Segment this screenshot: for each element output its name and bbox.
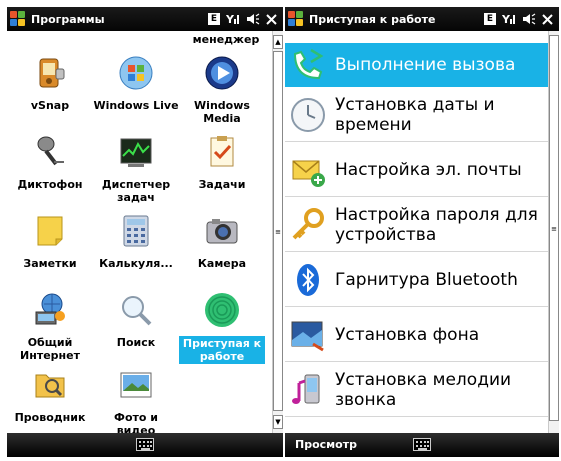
edge-network-icon[interactable]: E [208, 13, 220, 25]
close-icon[interactable] [542, 13, 553, 25]
windows-start-icon[interactable] [9, 10, 27, 28]
calculator-icon [123, 215, 149, 247]
getting-started-icon [205, 293, 239, 327]
app-explorer[interactable]: Проводник [7, 367, 93, 424]
volume-icon[interactable] [246, 13, 260, 25]
internet-sharing-icon [35, 293, 65, 325]
vertical-scrollbar[interactable]: ▲ ≡ ▼ [272, 31, 283, 433]
volume-icon[interactable] [522, 13, 536, 25]
app-notes[interactable]: Заметки [7, 213, 93, 270]
explorer-icon [35, 374, 65, 398]
programs-screen: Программы E Y менеджер vSnap Windows Liv… [7, 7, 283, 457]
list-item-set-datetime[interactable]: Установка даты и времени [285, 88, 548, 142]
list-item-set-background[interactable]: Установка фона [285, 308, 548, 362]
getting-started-screen: Приступая к работе E Y Выполнение вызова… [285, 7, 559, 457]
getting-started-list: Выполнение вызова Установка даты и време… [285, 31, 548, 433]
tasks-icon [210, 136, 234, 167]
signal-icon[interactable]: Y [226, 13, 240, 25]
list-item-bluetooth-headset[interactable]: Гарнитура Bluetooth [285, 253, 548, 307]
app-camera[interactable]: Камера [179, 213, 265, 270]
vsnap-icon [39, 58, 65, 88]
app-search[interactable]: Поиск [93, 292, 179, 349]
svg-text:Y: Y [226, 13, 235, 25]
windows-live-icon [119, 56, 153, 90]
scroll-down-arrow-icon[interactable]: ▼ [273, 415, 283, 429]
softkey-bar: Просмотр [285, 433, 559, 457]
list-item-make-call[interactable]: Выполнение вызова [285, 43, 548, 87]
app-dictophone[interactable]: Диктофон [7, 134, 93, 191]
app-getting-started[interactable]: Приступая к работе [179, 292, 265, 364]
list-item-set-ringtone[interactable]: Установка мелодии звонка [285, 363, 548, 417]
list-item-setup-email[interactable]: Настройка эл. почты [285, 143, 548, 197]
wallpaper-icon [291, 321, 324, 351]
photos-videos-icon [120, 372, 152, 398]
vertical-scrollbar[interactable]: ≡ [548, 31, 559, 433]
title-bar: Программы E Y [7, 7, 283, 31]
search-icon [122, 296, 152, 326]
title-bar: Приступая к работе E Y [285, 7, 559, 31]
app-photos-videos[interactable]: Фото и видео [93, 367, 179, 433]
app-vsnap[interactable]: vSnap [7, 55, 93, 112]
key-icon [292, 207, 324, 239]
edge-network-icon[interactable]: E [484, 13, 496, 25]
windows-media-icon [205, 56, 239, 90]
ringtone-icon [292, 374, 320, 404]
clock-icon [291, 97, 325, 132]
keyboard-icon[interactable] [413, 438, 431, 451]
partial-app-label: менеджер [192, 33, 260, 46]
view-softkey[interactable]: Просмотр [295, 438, 357, 451]
page-title: Приступая к работе [309, 12, 436, 26]
app-internet-sharing[interactable]: Общий Интернет [7, 292, 93, 362]
keyboard-icon[interactable] [136, 438, 154, 451]
phone-call-icon [293, 48, 324, 79]
app-task-manager[interactable]: Диспетчер задач [93, 134, 179, 204]
app-windows-media[interactable]: Windows Media [179, 55, 265, 125]
page-title: Программы [31, 12, 105, 26]
app-windows-live[interactable]: Windows Live [93, 55, 179, 112]
scroll-thumb[interactable]: ≡ [273, 51, 283, 411]
email-setup-icon [292, 159, 325, 187]
windows-start-icon[interactable] [287, 10, 305, 28]
scroll-up-arrow-icon[interactable]: ▲ [273, 35, 283, 49]
scroll-thumb[interactable]: ≡ [549, 35, 559, 421]
bluetooth-icon [297, 263, 319, 296]
app-calculator[interactable]: Калькуля... [93, 213, 179, 270]
app-grid: менеджер vSnap Windows Live Windows Medi… [7, 31, 272, 433]
list-item-setup-password[interactable]: Настройка пароля для устройства [285, 198, 548, 252]
camera-icon [206, 219, 238, 244]
task-manager-icon [120, 138, 152, 167]
close-icon[interactable] [266, 13, 277, 25]
microphone-icon [37, 136, 64, 166]
signal-icon[interactable]: Y [502, 13, 516, 25]
svg-text:Y: Y [502, 13, 511, 25]
softkey-bar [7, 433, 283, 457]
app-tasks[interactable]: Задачи [179, 134, 265, 191]
notes-icon [37, 216, 63, 246]
